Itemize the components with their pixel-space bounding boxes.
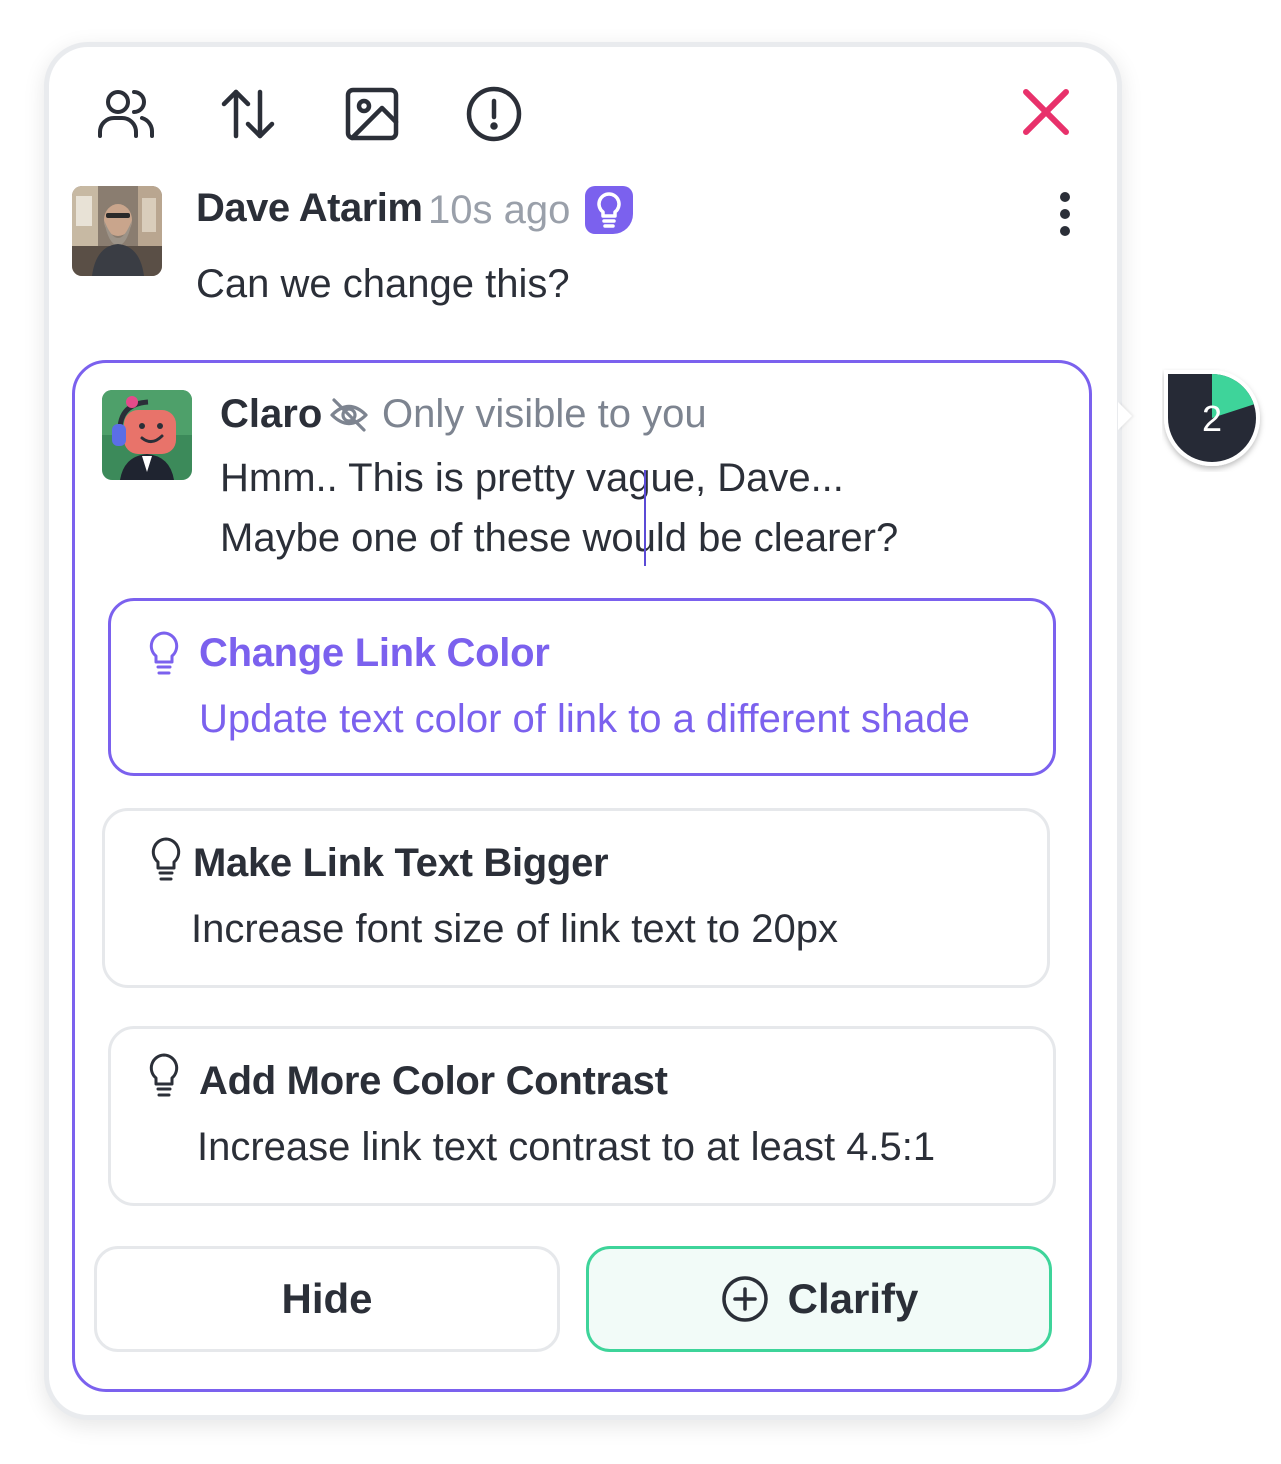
assistant-name: Claro (220, 392, 323, 436)
lightbulb-icon (147, 629, 181, 677)
lightbulb-icon (147, 1051, 181, 1099)
suggestion-card-2[interactable]: Make Link Text Bigger Increase font size… (102, 808, 1050, 988)
users-icon[interactable] (96, 84, 156, 144)
suggestion-title: Add More Color Contrast (199, 1059, 668, 1103)
hide-button-label: Hide (281, 1275, 373, 1322)
assistant-avatar (102, 390, 192, 480)
close-icon[interactable] (1016, 84, 1076, 140)
suggestion-card-3[interactable]: Add More Color Contrast Increase link te… (108, 1026, 1056, 1206)
comment-count-badge[interactable]: 2 (1162, 368, 1266, 472)
clarify-button[interactable]: Clarify (586, 1246, 1052, 1352)
lightbulb-icon (585, 186, 633, 234)
lightbulb-icon (149, 835, 183, 883)
suggestion-title: Change Link Color (199, 631, 550, 675)
eye-off-icon (328, 394, 370, 436)
suggestion-description: Increase font size of link text to 20px (191, 907, 839, 951)
image-icon[interactable] (342, 84, 402, 144)
comment-author: Dave Atarim (196, 186, 423, 230)
plus-circle-icon (721, 1276, 768, 1322)
suggestion-card-1[interactable]: Change Link Color Update text color of l… (108, 598, 1056, 776)
alert-icon[interactable] (464, 84, 524, 144)
suggestion-title: Make Link Text Bigger (193, 841, 609, 885)
clarify-button-label: Clarify (787, 1275, 919, 1322)
comment-message: Can we change this? (196, 262, 570, 306)
kebab-icon[interactable] (1050, 192, 1080, 240)
assistant-message-line-1: Hmm.. This is pretty vague, Dave... (220, 456, 844, 500)
sort-icon[interactable] (218, 84, 278, 144)
pointer-arrow (1118, 402, 1132, 430)
comment-timestamp: 10s ago (428, 188, 571, 232)
text-cursor (644, 470, 646, 566)
avatar (72, 186, 162, 276)
suggestion-description: Increase link text contrast to at least … (197, 1125, 936, 1169)
hide-button[interactable]: Hide (94, 1246, 560, 1352)
comment-count: 2 (1201, 398, 1223, 439)
assistant-message-line-2: Maybe one of these would be clearer? (220, 516, 899, 560)
suggestion-description: Update text color of link to a different… (199, 697, 970, 741)
visibility-label: Only visible to you (382, 392, 707, 436)
